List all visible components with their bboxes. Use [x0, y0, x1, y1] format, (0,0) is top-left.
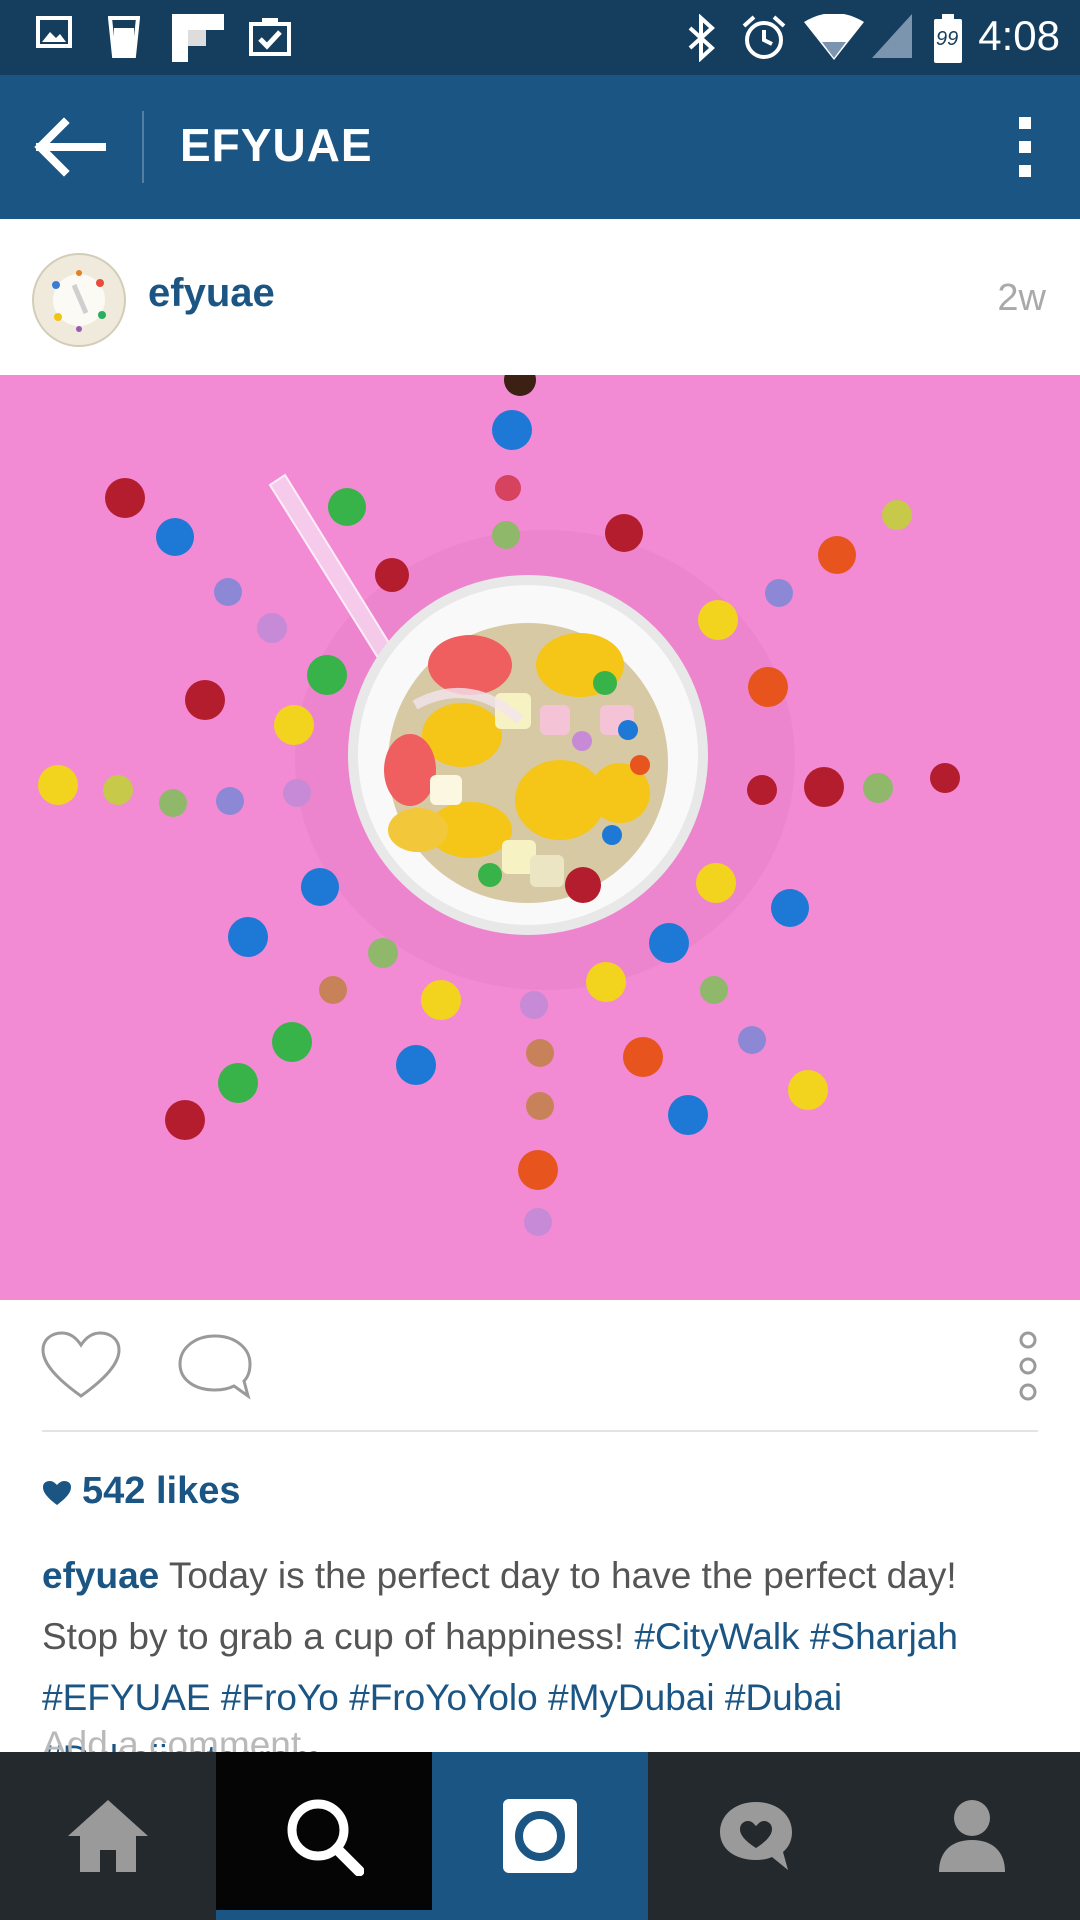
nav-camera[interactable]: [432, 1752, 648, 1920]
heart-outline-icon[interactable]: [40, 1330, 122, 1400]
post-username[interactable]: efyuae: [148, 271, 275, 316]
wifi-icon: [804, 14, 864, 60]
back-arrow-icon[interactable]: [30, 115, 110, 179]
camera-icon: [503, 1799, 577, 1873]
hashtag[interactable]: #Sharjah: [810, 1616, 958, 1657]
status-time: 4:08: [978, 12, 1060, 59]
post-actions: [0, 1300, 1080, 1430]
overflow-menu-icon[interactable]: [1010, 115, 1040, 179]
post-header: efyuae 2w: [0, 219, 1080, 375]
heart-filled-icon: [43, 1480, 71, 1505]
search-icon: [287, 1799, 364, 1876]
hashtag[interactable]: #MyDubai: [548, 1677, 715, 1718]
hashtag[interactable]: #FroYoYolo: [349, 1677, 538, 1718]
hashtag[interactable]: #FroYo: [221, 1677, 339, 1718]
alarm-icon: [742, 15, 786, 59]
cup-icon: [108, 16, 140, 58]
clipboard-check-icon: [249, 18, 291, 56]
toolbar-divider: [142, 111, 144, 183]
actions-divider: [42, 1430, 1038, 1432]
battery-level: 99: [936, 28, 959, 50]
nav-profile[interactable]: [864, 1752, 1080, 1920]
nav-search[interactable]: [216, 1752, 432, 1920]
likes-row[interactable]: 542 likes: [42, 1470, 240, 1513]
avatar-image: [34, 255, 124, 345]
home-icon: [68, 1800, 148, 1872]
nav-home[interactable]: [0, 1752, 216, 1920]
active-tab-indicator: [216, 1910, 432, 1920]
hashtag[interactable]: #Dubai: [725, 1677, 842, 1718]
page-title: EFYUAE: [180, 119, 373, 171]
post-time: 2w: [997, 277, 1046, 319]
avatar[interactable]: [32, 253, 126, 347]
more-options-icon[interactable]: [1016, 1330, 1040, 1402]
profile-icon: [939, 1800, 1005, 1872]
post-photo[interactable]: [0, 375, 1080, 1300]
comment-bubble-icon[interactable]: [176, 1332, 254, 1400]
hashtag[interactable]: #EFYUAE: [42, 1677, 211, 1718]
candy-cup-image: [0, 375, 1080, 1300]
activity-icon: [720, 1802, 792, 1870]
status-bar: 99 4:08: [0, 0, 1080, 75]
flipboard-icon: [172, 14, 224, 62]
signal-icon: [872, 14, 912, 58]
bottom-nav: [0, 1752, 1080, 1920]
gallery-icon: [36, 16, 72, 48]
app-toolbar: EFYUAE: [0, 75, 1080, 219]
likes-count: 542 likes: [82, 1470, 241, 1512]
nav-activity[interactable]: [648, 1752, 864, 1920]
caption-username[interactable]: efyuae: [42, 1555, 159, 1596]
bluetooth-icon: [688, 14, 715, 62]
hashtag[interactable]: #CityWalk: [634, 1616, 799, 1657]
